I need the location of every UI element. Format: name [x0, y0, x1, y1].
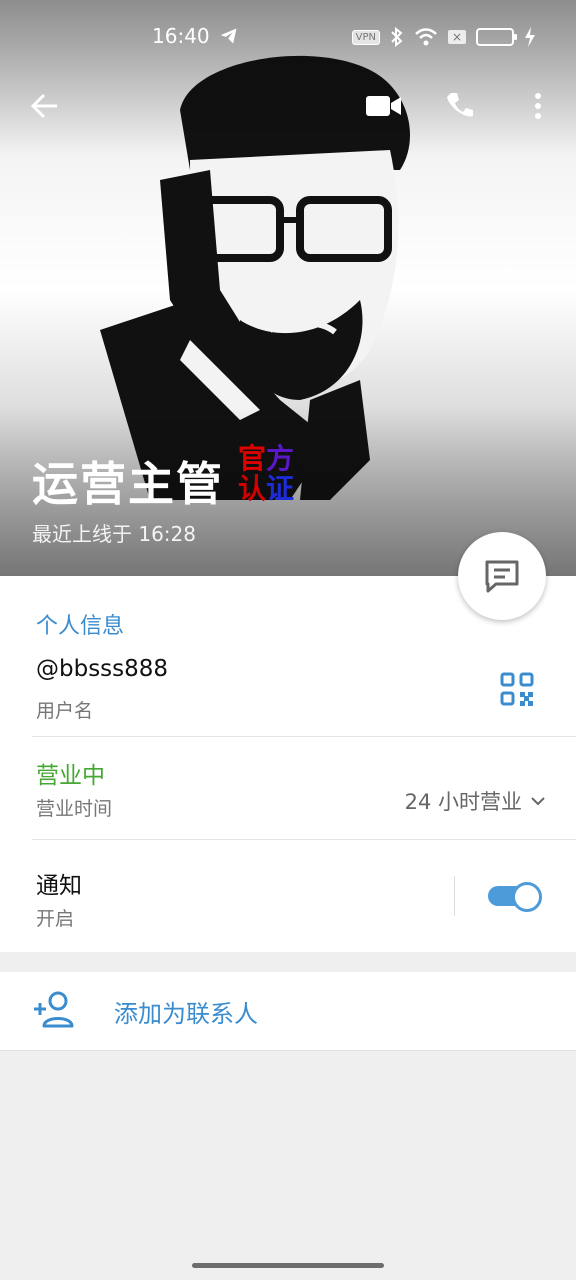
- add-contact-row[interactable]: 添加为联系人: [0, 972, 576, 1051]
- phone-icon[interactable]: [440, 86, 480, 126]
- username-label: 用户名: [36, 700, 94, 722]
- status-time: 16:40: [152, 24, 210, 48]
- home-indicator[interactable]: [192, 1263, 384, 1268]
- add-person-icon: [34, 991, 74, 1028]
- notification-status: 开启: [36, 908, 75, 930]
- bluetooth-icon: [391, 27, 403, 47]
- vpn-icon: VPN: [351, 29, 380, 45]
- business-hours-value: 24 小时营业: [404, 790, 522, 814]
- profile-name: 运营主管: [32, 457, 224, 511]
- back-arrow-icon[interactable]: [24, 86, 64, 126]
- more-vert-icon[interactable]: [518, 86, 558, 126]
- chat-icon: [485, 560, 519, 593]
- profile-info-card: 个人信息 @bbsss888 用户名 营业中 营业时间 24 小时营业 通知 开…: [0, 576, 576, 952]
- divider-vertical: [454, 876, 455, 916]
- add-contact-label: 添加为联系人: [114, 1000, 258, 1028]
- wifi-icon: [415, 28, 437, 46]
- business-hours-dropdown[interactable]: 24 小时营业: [405, 786, 546, 816]
- sim-icon: ×: [448, 30, 466, 44]
- section-title-info: 个人信息: [36, 614, 125, 639]
- business-hours-label: 营业时间: [36, 798, 113, 820]
- qr-code-icon[interactable]: [500, 672, 534, 706]
- username-value[interactable]: @bbsss888: [36, 656, 168, 682]
- verified-badge: 官方 认证: [238, 442, 295, 505]
- notification-toggle[interactable]: [488, 880, 542, 912]
- video-call-icon[interactable]: [364, 86, 404, 126]
- chevron-down-icon: [531, 797, 545, 806]
- status-bar: 16:40 VPN ×: [0, 0, 576, 70]
- battery-icon: [476, 28, 517, 46]
- profile-name-row: 运营主管 官方 认证: [32, 444, 294, 514]
- last-seen-status: 最近上线于 16:28: [32, 522, 196, 546]
- business-status: 营业中: [36, 763, 105, 789]
- charging-icon: [525, 27, 535, 47]
- chat-button[interactable]: [458, 532, 546, 620]
- telegram-icon: [220, 28, 237, 44]
- notification-title: 通知: [36, 873, 82, 899]
